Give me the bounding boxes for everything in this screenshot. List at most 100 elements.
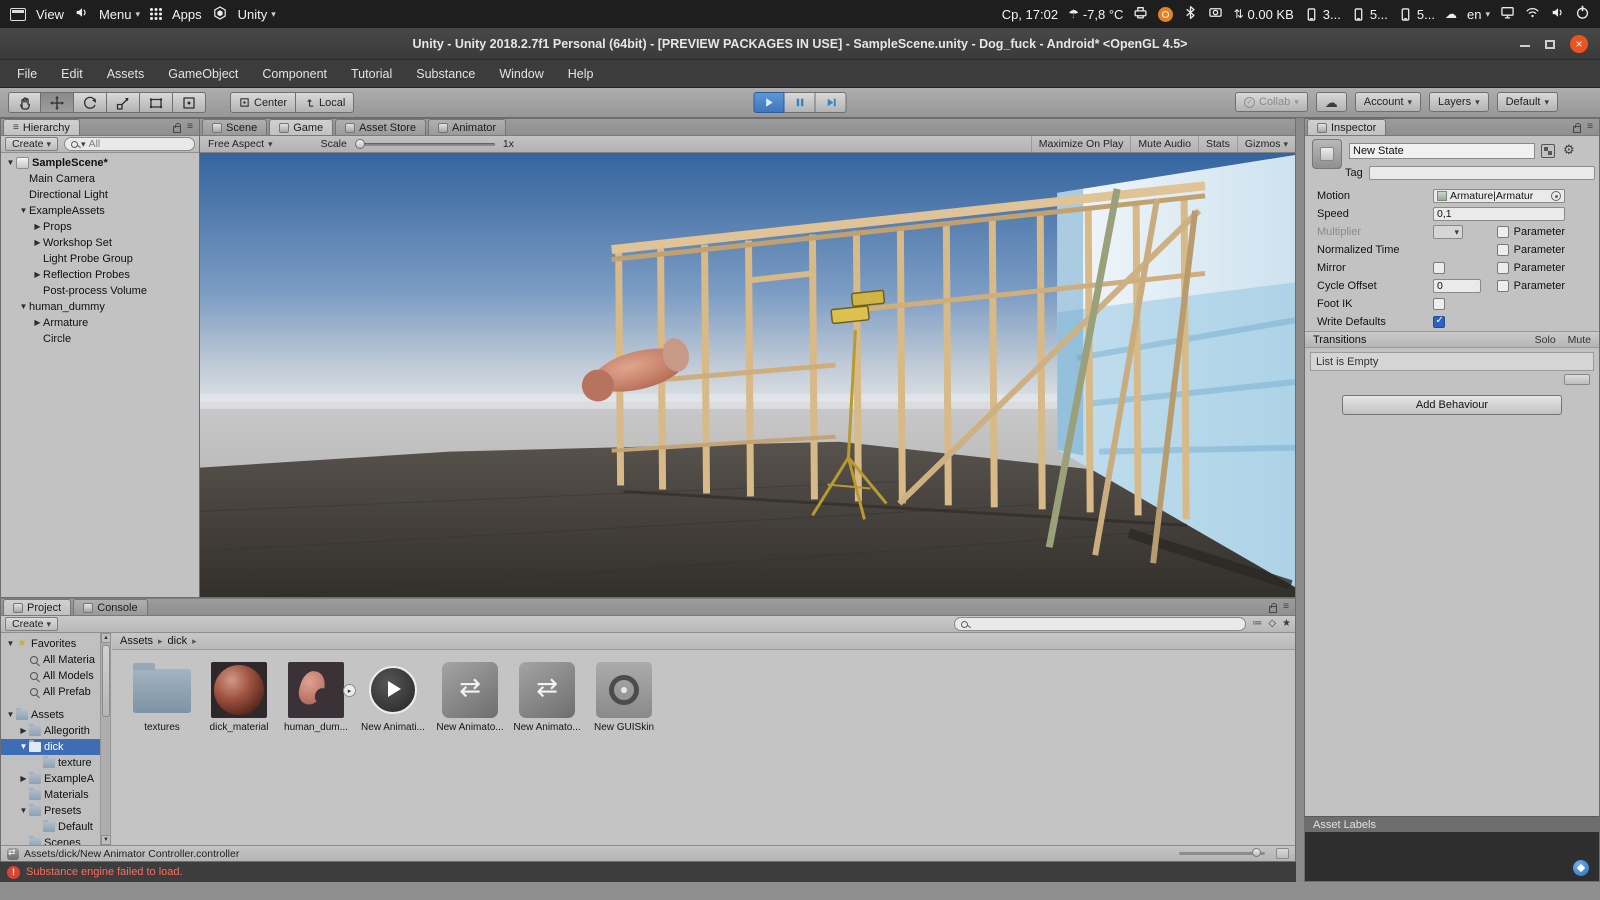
- favorites-row[interactable]: ▼ Favorites: [1, 636, 100, 652]
- favorite-search-icon[interactable]: ★: [1282, 619, 1291, 629]
- asset-labels-header[interactable]: Asset Labels: [1305, 816, 1599, 832]
- menu-item[interactable]: Edit: [50, 60, 94, 87]
- prefab-expand-icon[interactable]: [343, 684, 356, 697]
- hierarchy-row[interactable]: ▶ Armature: [1, 315, 199, 331]
- maximize-button[interactable]: [1545, 40, 1555, 49]
- favorites-row[interactable]: All Prefab: [1, 684, 100, 700]
- tray-indicator-3[interactable]: 5...: [1398, 7, 1435, 22]
- cycle-offset-field[interactable]: 0: [1433, 279, 1481, 293]
- rect-tool-button[interactable]: [140, 92, 173, 113]
- move-tool-button[interactable]: [41, 92, 74, 113]
- expand-arrow-icon[interactable]: ▶: [32, 271, 43, 279]
- layers-dropdown[interactable]: Layers▾: [1429, 92, 1489, 112]
- object-picker-icon[interactable]: [1551, 191, 1561, 201]
- hierarchy-row[interactable]: ▶ Reflection Probes: [1, 267, 199, 283]
- assets-row[interactable]: texture: [1, 755, 100, 771]
- status-toggle-button[interactable]: [1276, 848, 1289, 859]
- assets-row[interactable]: ▼ Presets: [1, 803, 100, 819]
- apps-grid-icon[interactable]: [150, 8, 162, 20]
- panel-menu-icon[interactable]: ≡: [1587, 122, 1593, 132]
- solo-label[interactable]: Solo: [1535, 334, 1556, 346]
- menu-item[interactable]: Tutorial: [340, 60, 403, 87]
- layout-dropdown[interactable]: Default▾: [1497, 92, 1558, 112]
- hierarchy-row[interactable]: ▼ human_dummy: [1, 299, 199, 315]
- mirror-parameter-checkbox[interactable]: [1497, 262, 1509, 274]
- hierarchy-row[interactable]: ▶ Props: [1, 219, 199, 235]
- expand-arrow-icon[interactable]: ▶: [18, 775, 29, 783]
- expand-arrow-icon[interactable]: ▼: [5, 711, 16, 719]
- foot-ik-checkbox[interactable]: [1433, 298, 1445, 310]
- menu-item[interactable]: Help: [557, 60, 605, 87]
- panel-splitter[interactable]: [1296, 598, 1304, 882]
- asset-item[interactable]: human_dum...: [284, 662, 348, 733]
- os-apps-menu[interactable]: Apps: [172, 7, 202, 22]
- assets-row[interactable]: ▶ ExampleA: [1, 771, 100, 787]
- expand-arrow-icon[interactable]: ▶: [32, 239, 43, 247]
- editor-status-bar[interactable]: ! Substance engine failed to load.: [0, 862, 1296, 882]
- game-view[interactable]: [200, 153, 1295, 597]
- menu-item[interactable]: Component: [251, 60, 338, 87]
- hierarchy-search-input[interactable]: ▾All: [64, 137, 195, 151]
- expand-arrow-icon[interactable]: ▼: [18, 807, 29, 815]
- scale-slider-knob[interactable]: [355, 139, 365, 149]
- hierarchy-row[interactable]: Post-process Volume: [1, 283, 199, 299]
- asset-item[interactable]: New Animati...: [361, 662, 425, 733]
- pause-button[interactable]: [785, 92, 816, 113]
- thumbnail-size-knob[interactable]: [1252, 848, 1261, 857]
- speed-field[interactable]: 0,1: [1433, 207, 1565, 221]
- gear-icon[interactable]: ⚙: [1563, 143, 1575, 156]
- stats-toggle[interactable]: Stats: [1198, 136, 1237, 152]
- multiplier-parameter-checkbox[interactable]: [1497, 226, 1509, 238]
- wifi-icon[interactable]: [1525, 5, 1540, 23]
- transform-tool-button[interactable]: [173, 92, 206, 113]
- expand-arrow-icon[interactable]: ▼: [18, 303, 29, 311]
- assets-row[interactable]: Scenes: [1, 835, 100, 845]
- project-search-input[interactable]: [954, 617, 1246, 631]
- collab-dropdown[interactable]: ✓Collab▾: [1235, 92, 1308, 112]
- scale-slider[interactable]: [355, 143, 495, 146]
- assets-row[interactable]: Materials: [1, 787, 100, 803]
- bluetooth-icon[interactable]: [1183, 5, 1198, 23]
- rotate-tool-button[interactable]: [74, 92, 107, 113]
- asset-item[interactable]: New GUISkin: [592, 662, 656, 733]
- search-by-label-icon[interactable]: ◇: [1268, 619, 1276, 629]
- viewport-tab[interactable]: Game: [269, 119, 333, 135]
- asset-label-icon[interactable]: [1573, 860, 1589, 876]
- gizmos-dropdown[interactable]: Gizmos▾: [1237, 136, 1295, 152]
- minimize-button[interactable]: [1520, 42, 1530, 47]
- viewport-tab[interactable]: Animator: [428, 119, 506, 135]
- asset-item[interactable]: New Animato...: [438, 662, 502, 733]
- menu-item[interactable]: Assets: [96, 60, 156, 87]
- aspect-dropdown[interactable]: Free Aspect▾: [200, 136, 281, 152]
- hierarchy-row[interactable]: ▼ ExampleAssets: [1, 203, 199, 219]
- step-button[interactable]: [816, 92, 847, 113]
- expand-arrow-icon[interactable]: ▼: [5, 640, 16, 648]
- os-unity-menu[interactable]: Unity▾: [238, 7, 276, 22]
- clock[interactable]: Ср, 17:02: [1002, 7, 1058, 22]
- mirror-checkbox[interactable]: [1433, 262, 1445, 274]
- viewport-tab[interactable]: Scene: [202, 119, 267, 135]
- tab-inspector[interactable]: Inspector: [1307, 119, 1386, 135]
- tab-hierarchy[interactable]: ≡Hierarchy: [3, 119, 80, 135]
- panel-menu-icon[interactable]: ≡: [187, 122, 193, 132]
- folder-tree-scrollbar[interactable]: ▲ ▼: [101, 633, 111, 845]
- hierarchy-row[interactable]: ▶ Workshop Set: [1, 235, 199, 251]
- tray-indicator-1[interactable]: 3...: [1304, 7, 1341, 22]
- os-view-menu[interactable]: View: [36, 7, 64, 22]
- tab-console[interactable]: Console: [73, 599, 147, 615]
- pivot-toggle-button[interactable]: Center: [230, 92, 296, 113]
- expand-arrow-icon[interactable]: ▶: [32, 223, 43, 231]
- tray-indicator-2[interactable]: 5...: [1351, 7, 1388, 22]
- expand-arrow-icon[interactable]: ▶: [32, 319, 43, 327]
- lock-icon[interactable]: [1269, 606, 1277, 613]
- tray-app-badge-icon[interactable]: [1158, 7, 1173, 22]
- hierarchy-row[interactable]: Circle: [1, 331, 199, 347]
- tag-field[interactable]: [1369, 166, 1595, 180]
- account-dropdown[interactable]: Account▾: [1355, 92, 1421, 112]
- expand-arrow-icon[interactable]: ▶: [18, 727, 29, 735]
- space-toggle-button[interactable]: Local: [296, 92, 354, 113]
- project-create-button[interactable]: Create▾: [5, 617, 58, 631]
- scrollbar-thumb[interactable]: [102, 645, 110, 717]
- panel-menu-icon[interactable]: ≡: [1283, 602, 1289, 612]
- cycle-offset-parameter-checkbox[interactable]: [1497, 280, 1509, 292]
